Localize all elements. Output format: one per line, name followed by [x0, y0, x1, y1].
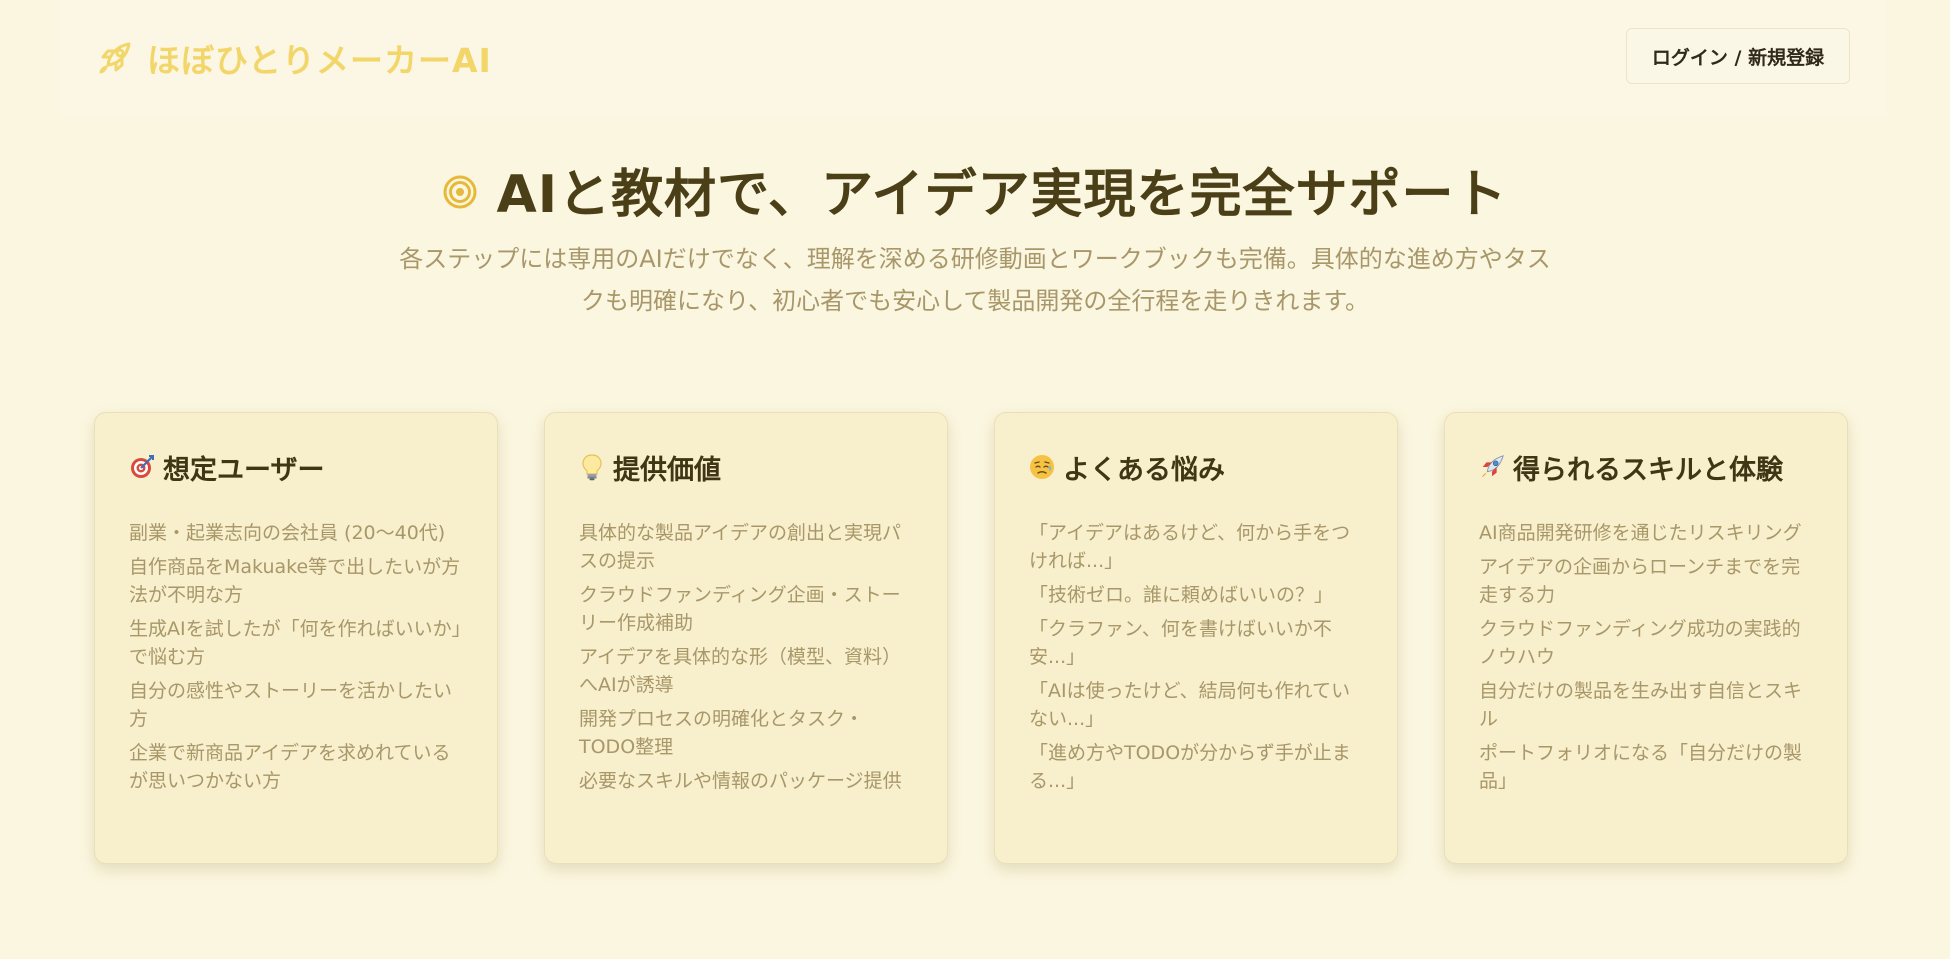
- list-item: 生成AIを試したが「何を作ればいいか」で悩む方: [129, 618, 462, 668]
- site-header: ほぼひとりメーカーAI ログイン / 新規登録: [60, 0, 1886, 117]
- card-title: よくある悩み: [1063, 454, 1225, 486]
- dart-icon: [129, 453, 155, 481]
- lightbulb-icon: [579, 453, 605, 481]
- card-skills-experience: 得られるスキルと体験 AI商品開発研修を通じたリスキリング アイデアの企画からロ…: [1444, 412, 1848, 864]
- list-item: 必要なスキルや情報のパッケージ提供: [579, 770, 902, 792]
- list-item: クラウドファンディング企画・ストーリー作成補助: [579, 584, 901, 634]
- list-item: クラウドファンディング成功の実践的ノウハウ: [1479, 618, 1801, 668]
- list-item: 自分の感性やストーリーを活かしたい方: [129, 680, 453, 730]
- card-list: 副業・起業志向の会社員 (20〜40代) 自作商品をMakuake等で出したいが…: [129, 519, 467, 795]
- list-item: 具体的な製品アイデアの創出と実現パスの提示: [579, 522, 902, 572]
- list-item: ポートフォリオになる「自分だけの製品」: [1479, 742, 1803, 792]
- rocket-icon: [1479, 453, 1505, 481]
- feature-cards: 想定ユーザー 副業・起業志向の会社員 (20〜40代) 自作商品をMakuake…: [94, 412, 1848, 864]
- list-item: 「技術ゼロ。誰に頼めばいいの？」: [1029, 584, 1334, 606]
- rocket-icon: [95, 38, 135, 78]
- list-item: 「クラファン、何を書けばいいか不安...」: [1029, 618, 1332, 668]
- card-target-users: 想定ユーザー 副業・起業志向の会社員 (20〜40代) 自作商品をMakuake…: [94, 412, 498, 864]
- card-title: 提供価値: [613, 454, 721, 486]
- brand-logo[interactable]: ほぼひとりメーカーAI: [95, 34, 492, 82]
- card-header: 得られるスキルと体験: [1479, 449, 1817, 486]
- target-icon: [443, 175, 477, 209]
- list-item: 自分だけの製品を生み出す自信とスキル: [1479, 680, 1803, 730]
- hero-title: AIと教材で、アイデア実現を完全サポート: [0, 152, 1950, 227]
- card-value-offered: 提供価値 具体的な製品アイデアの創出と実現パスの提示 クラウドファンディング企画…: [544, 412, 948, 864]
- card-title: 想定ユーザー: [163, 454, 325, 486]
- list-item: 企業で新商品アイデアを求めれているが思いつかない方: [129, 742, 451, 792]
- card-list: 「アイデアはあるけど、何から手をつければ...」 「技術ゼロ。誰に頼めばいいの？…: [1029, 519, 1367, 795]
- hero-subtitle: 各ステップには専用のAIだけでなく、理解を深める研修動画とワークブックも完備。具…: [399, 245, 1551, 315]
- card-title: 得られるスキルと体験: [1513, 454, 1783, 486]
- worried-face-icon: [1029, 453, 1055, 481]
- card-common-worries: よくある悩み 「アイデアはあるけど、何から手をつければ...」 「技術ゼロ。誰に…: [994, 412, 1398, 864]
- list-item: アイデアを具体的な形（模型、資料）へAIが誘導: [579, 646, 902, 696]
- card-header: 提供価値: [579, 449, 917, 486]
- page: ほぼひとりメーカーAI ログイン / 新規登録 AIと教材で、アイデア実現を完全…: [0, 0, 1950, 959]
- login-register-button[interactable]: ログイン / 新規登録: [1626, 28, 1850, 84]
- list-item: 「進め方やTODOが分からず手が止まる...」: [1029, 742, 1351, 792]
- hero-title-text: AIと教材で、アイデア実現を完全サポート: [496, 165, 1508, 225]
- card-header: 想定ユーザー: [129, 449, 467, 486]
- card-list: 具体的な製品アイデアの創出と実現パスの提示 クラウドファンディング企画・ストーリ…: [579, 519, 917, 795]
- list-item: 「AIは使ったけど、結局何も作れていない...」: [1029, 680, 1351, 730]
- list-item: 「アイデアはあるけど、何から手をつければ...」: [1029, 522, 1351, 572]
- list-item: 副業・起業志向の会社員 (20〜40代): [129, 522, 446, 544]
- list-item: アイデアの企画からローンチまでを完走する力: [1479, 556, 1801, 606]
- list-item: AI商品開発研修を通じたリスキリング: [1479, 522, 1802, 544]
- card-header: よくある悩み: [1029, 449, 1367, 486]
- list-item: 自作商品をMakuake等で出したいが方法が不明な方: [129, 556, 461, 606]
- brand-name: ほぼひとりメーカーAI: [147, 41, 492, 80]
- list-item: 開発プロセスの明確化とタスク・TODO整理: [579, 708, 864, 758]
- card-list: AI商品開発研修を通じたリスキリング アイデアの企画からローンチまでを完走する力…: [1479, 519, 1817, 795]
